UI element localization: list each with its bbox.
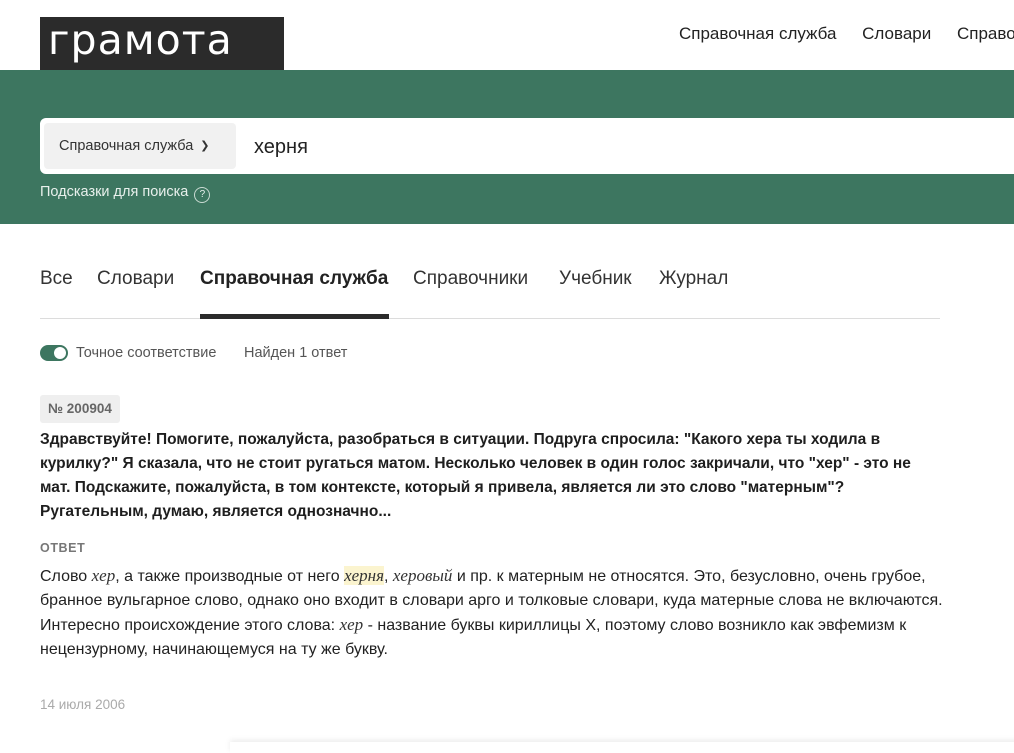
nav-link-help-service[interactable]: Справочная служба [679,24,836,43]
tab-textbook[interactable]: Учебник [559,268,632,290]
answer-date: 14 июля 2006 [40,697,126,712]
nav-link-dictionaries[interactable]: Словари [862,24,931,43]
tab-journal[interactable]: Журнал [659,268,728,290]
top-navigation: Справочная служба Словари Справо [679,24,1014,44]
question-text: Здравствуйте! Помогите, пожалуйста, разо… [40,431,911,520]
answer-label: ОТВЕТ [40,541,86,555]
term-word: хер [91,566,116,585]
term-word: херовый [392,566,453,585]
exact-match-toggle[interactable] [40,345,68,361]
tab-handbooks[interactable]: Справочники [413,268,528,290]
answer-text-fragment: , [384,568,393,585]
question-circle-icon: ? [194,187,211,203]
term-word: хер [339,615,364,634]
search-input[interactable] [252,118,956,176]
bottom-panel-edge [230,742,1014,753]
tab-help-service[interactable]: Справочная служба [200,268,388,290]
results-count: Найден 1 ответ [244,345,348,361]
answer-text-fragment: , а также производные от него [115,568,345,585]
toggle-knob [54,347,66,359]
answer-text: Слово хер, а также производные от него х… [40,564,950,662]
answer-text-fragment: Слово [40,568,92,585]
answer-paragraph: Слово хер, а также производные от него х… [40,564,950,613]
search-scope-label: Справочная служба [59,138,194,154]
search-scope-dropdown[interactable]: Справочная служба ❯ [44,123,236,169]
question-number-badge[interactable]: № 200904 [40,395,120,423]
search-band: Справочная служба ❯ Подсказки для поиска? [0,70,1014,224]
search-hints-link[interactable]: Подсказки для поиска? [40,184,211,203]
search-box: Справочная служба ❯ [40,118,1014,176]
nav-link-reference[interactable]: Справо [957,24,1014,43]
tab-all[interactable]: Все [40,268,73,290]
site-logo[interactable]: грамота [40,17,284,70]
site-header: грамота Справочная служба Словари Справо [0,0,1014,70]
chevron-down-icon: ❯ [200,140,210,152]
tab-dictionaries[interactable]: Словари [97,268,174,290]
exact-match-label: Точное соответствие [76,345,217,361]
highlighted-search-term: херня [344,566,384,585]
answer-paragraph: Интересно происхождение этого слова: хер… [40,613,950,662]
result-tabs: Все Словари Справочная служба Справочник… [40,262,940,319]
search-hints-label: Подсказки для поиска [40,184,189,200]
answer-text-fragment: Интересно происхождение этого слова: [40,617,340,634]
active-tab-indicator [200,314,389,319]
